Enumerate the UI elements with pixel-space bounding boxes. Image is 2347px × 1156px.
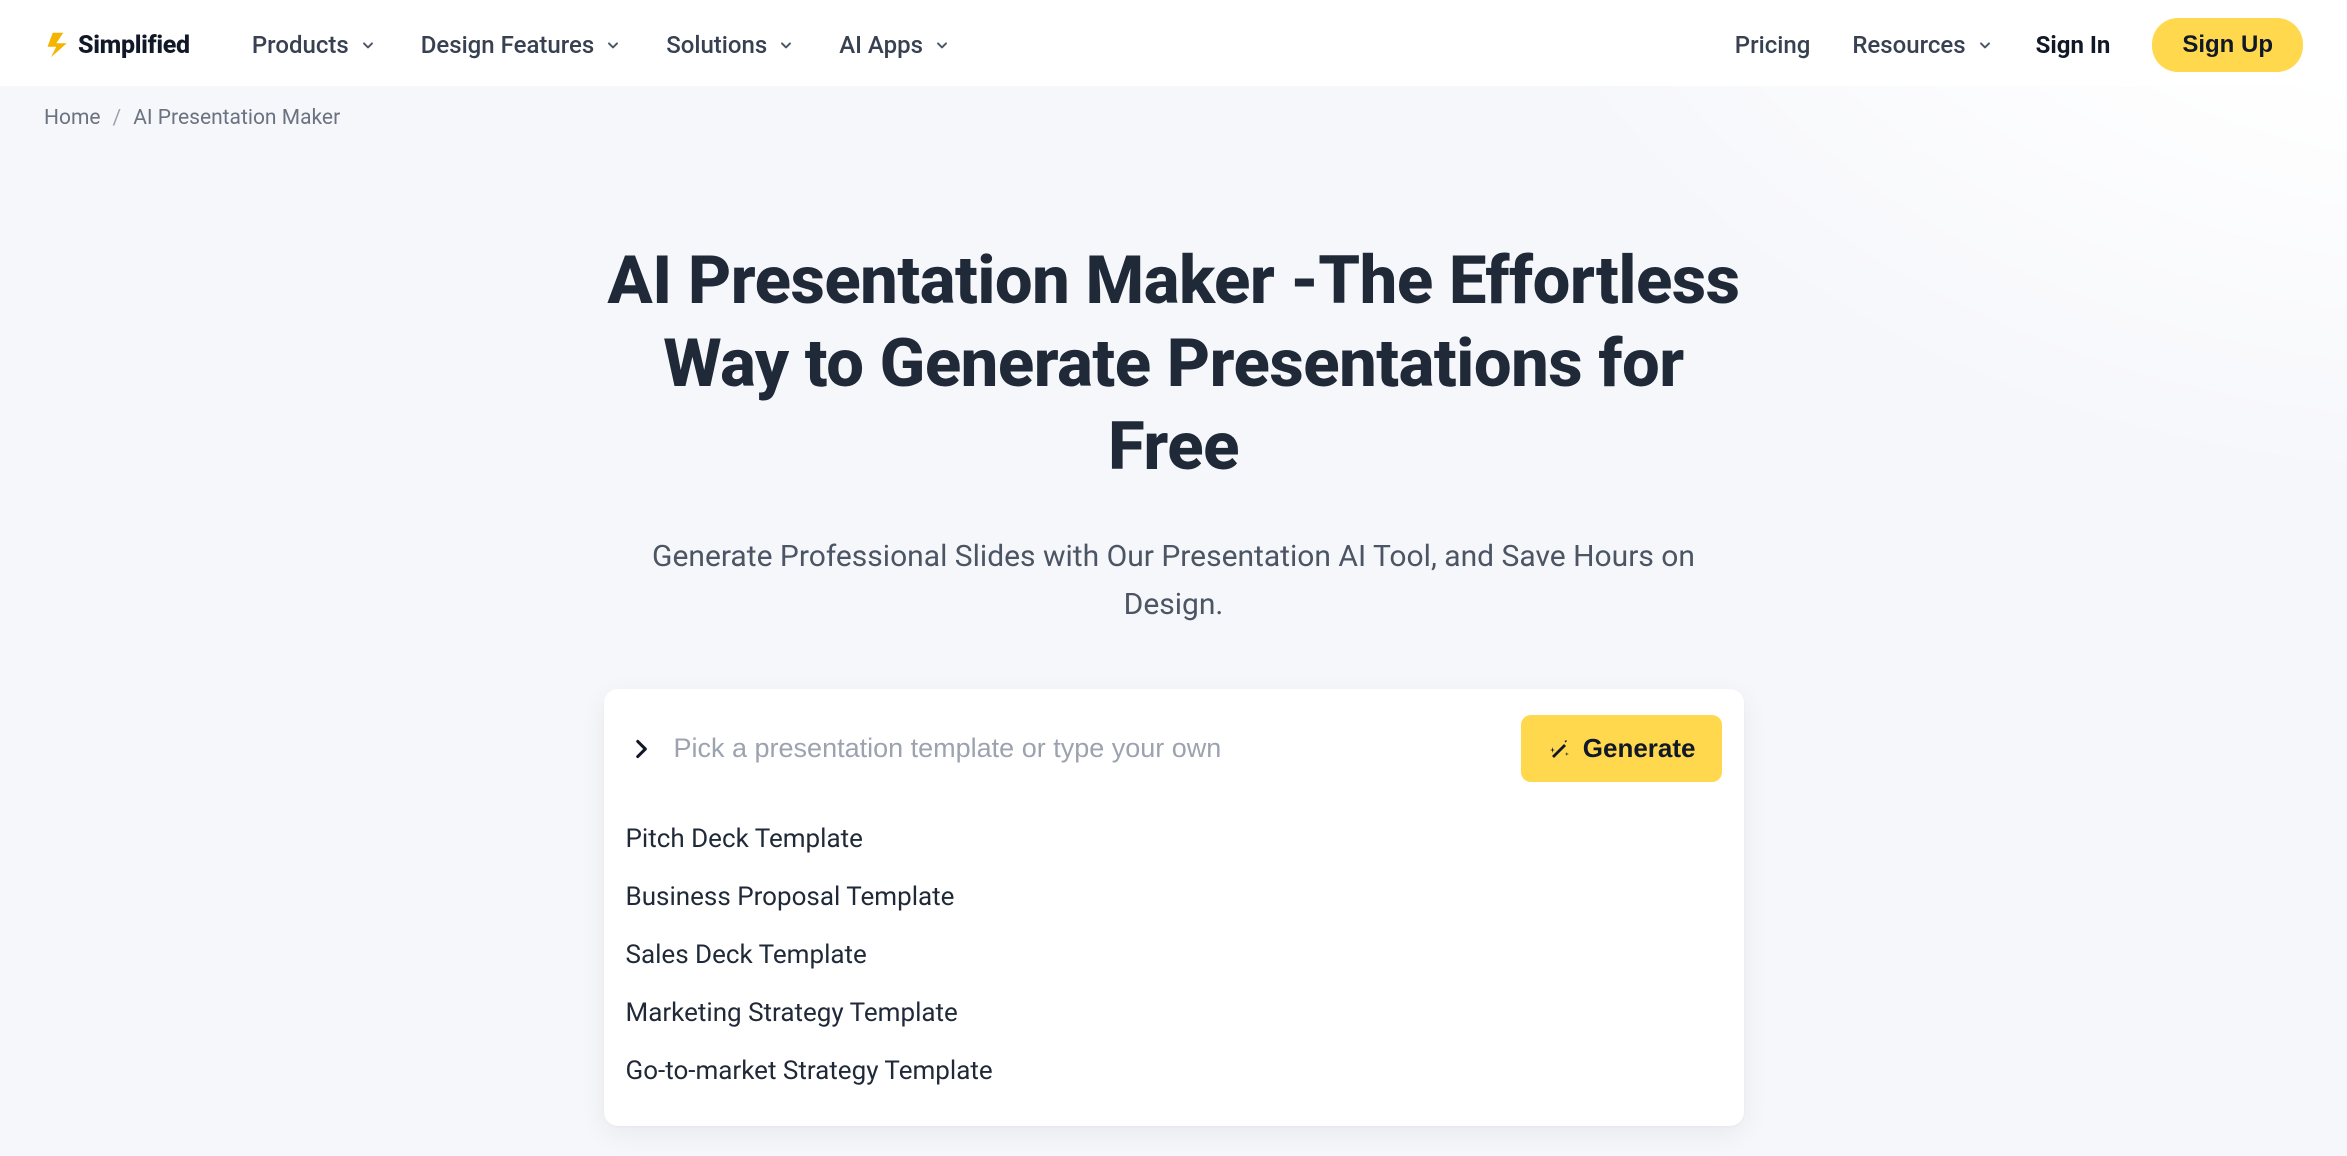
sign-in-link[interactable]: Sign In [2036,31,2111,59]
suggestion-item[interactable]: Pitch Deck Template [626,810,1722,868]
breadcrumb-separator: / [113,106,122,130]
breadcrumb-current: AI Presentation Maker [133,106,340,130]
suggestion-item[interactable]: Go-to-market Strategy Template [626,1042,1722,1100]
page-subtitle: Generate Professional Slides with Our Pr… [604,533,1744,629]
generate-button[interactable]: Generate [1521,715,1722,782]
nav-item-solutions[interactable]: Solutions [666,31,795,59]
nav-item-ai-apps[interactable]: AI Apps [839,31,951,59]
chevron-down-icon [933,36,951,54]
chevron-down-icon [359,36,377,54]
breadcrumb: Home / AI Presentation Maker [0,86,2347,130]
chevron-right-icon [626,734,656,764]
brand-logo[interactable]: Simplified [44,31,190,60]
nav-item-label: AI Apps [839,31,923,59]
chevron-down-icon [604,36,622,54]
magic-wand-icon [1547,737,1571,761]
brand-logo-icon [44,31,72,59]
sign-up-button[interactable]: Sign Up [2152,18,2303,72]
brand-name: Simplified [78,31,190,60]
template-suggestions: Pitch Deck Template Business Proposal Te… [604,806,1744,1126]
nav-item-label: Products [252,31,349,59]
suggestion-item[interactable]: Business Proposal Template [626,868,1722,926]
secondary-nav: Pricing Resources Sign In Sign Up [1735,18,2303,72]
generate-button-label: Generate [1583,733,1696,764]
nav-item-label: Design Features [421,31,595,59]
suggestion-item[interactable]: Marketing Strategy Template [626,984,1722,1042]
breadcrumb-home[interactable]: Home [44,106,101,130]
nav-item-design-features[interactable]: Design Features [421,31,623,59]
nav-item-resources[interactable]: Resources [1852,31,1993,59]
chevron-down-icon [1976,36,1994,54]
hero: AI Presentation Maker -The Effortless Wa… [584,240,1764,1126]
page-title: AI Presentation Maker -The Effortless Wa… [604,240,1744,489]
nav-item-label: Resources [1852,31,1965,59]
nav-item-label: Solutions [666,31,767,59]
suggestion-item[interactable]: Sales Deck Template [626,926,1722,984]
nav-item-products[interactable]: Products [252,31,377,59]
prompt-input[interactable] [674,733,1503,764]
top-nav: Simplified Products Design Features Solu… [0,0,2347,86]
chevron-down-icon [777,36,795,54]
primary-nav: Products Design Features Solutions AI Ap… [252,31,951,59]
prompt-card: Generate Pitch Deck Template Business Pr… [604,689,1744,1126]
prompt-row: Generate [604,689,1744,806]
nav-link-pricing[interactable]: Pricing [1735,31,1811,59]
